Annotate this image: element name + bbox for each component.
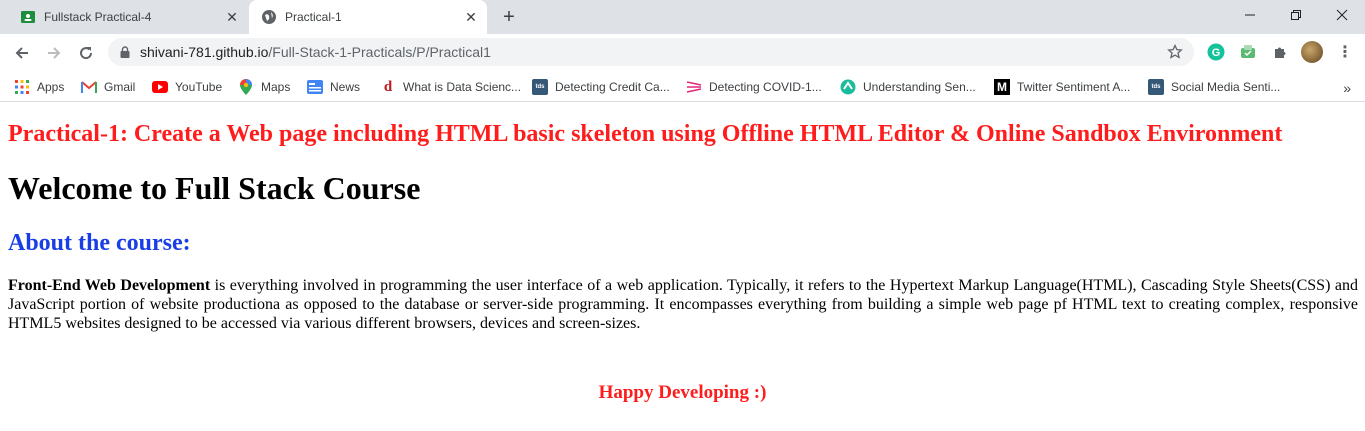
apps-grid-icon <box>14 79 30 95</box>
bookmark-label: Apps <box>37 80 65 94</box>
google-classroom-icon <box>20 9 36 25</box>
bookmark-news[interactable]: News <box>307 76 360 98</box>
page-content: Practical-1: Create a Web page including… <box>0 103 1365 431</box>
description-text: is everything involved in programming th… <box>8 277 1358 332</box>
tab-practical-1[interactable]: Practical-1 ✕ <box>249 0 487 34</box>
d-icon: d <box>383 78 393 95</box>
browser-toolbar: shivani-781.github.io/Full-Stack-1-Pract… <box>0 34 1365 71</box>
minimize-icon <box>1245 14 1255 16</box>
stripes-icon <box>686 79 702 95</box>
bookmark-label: Maps <box>261 80 291 94</box>
reload-button[interactable] <box>72 39 100 67</box>
bookmark-maps[interactable]: Maps <box>238 76 290 98</box>
extension-icon[interactable] <box>1238 42 1258 62</box>
chevron-double-right-icon[interactable]: » <box>1343 80 1351 96</box>
teal-icon <box>840 79 856 95</box>
section-heading: About the course: <box>8 230 191 256</box>
bookmark-understanding[interactable]: Understanding Sen... <box>840 76 976 98</box>
kebab-menu-icon[interactable]: ⋮ <box>1335 42 1355 62</box>
bookmark-star-icon[interactable] <box>1166 43 1184 61</box>
bookmark-label: Detecting COVID-1... <box>709 80 822 94</box>
bookmark-credit-card[interactable]: tds Detecting Credit Ca... <box>532 76 670 98</box>
svg-text:G: G <box>1212 47 1221 59</box>
footer-message: Happy Developing :) <box>598 382 767 403</box>
bookmark-label: News <box>330 80 361 94</box>
maps-pin-icon <box>238 79 254 95</box>
new-tab-button[interactable]: + <box>498 6 520 28</box>
restore-icon <box>1291 10 1301 20</box>
url-path: /Full-Stack-1-Practicals/P/Practical1 <box>268 44 491 60</box>
tds-icon: tds <box>532 79 548 95</box>
url-host: shivani-781.github.io <box>140 44 269 60</box>
close-icon[interactable]: ✕ <box>461 7 481 27</box>
forward-button[interactable] <box>40 39 68 67</box>
arrow-right-icon <box>48 47 61 59</box>
window-close-button[interactable] <box>1319 0 1365 30</box>
course-description: Front-End Web Development is everything … <box>8 276 1358 333</box>
news-icon <box>307 79 323 95</box>
tab-strip: Fullstack Practical-4 ✕ Practical-1 ✕ + <box>0 0 1365 34</box>
bookmark-label: Social Media Senti... <box>1171 80 1281 94</box>
bookmark-gmail[interactable]: Gmail <box>81 76 135 98</box>
close-icon <box>1336 9 1348 21</box>
bookmark-twitter-sentiment[interactable]: M Twitter Sentiment A... <box>994 76 1130 98</box>
bookmark-covid[interactable]: Detecting COVID-1... <box>686 76 822 98</box>
practical-title: Practical-1: Create a Web page including… <box>8 121 1283 147</box>
minimize-button[interactable] <box>1227 0 1273 30</box>
reload-icon <box>80 47 93 60</box>
tab-fullstack-practical-4[interactable]: Fullstack Practical-4 ✕ <box>8 0 248 34</box>
bookmark-youtube[interactable]: YouTube <box>152 76 222 98</box>
back-button[interactable] <box>8 39 36 67</box>
grammarly-icon[interactable]: G <box>1206 42 1226 62</box>
bookmark-data-science[interactable]: d What is Data Scienc... <box>380 76 521 98</box>
globe-icon <box>261 9 277 25</box>
bookmark-label: What is Data Scienc... <box>403 80 522 94</box>
bookmark-label: YouTube <box>175 80 223 94</box>
address-bar[interactable]: shivani-781.github.io/Full-Stack-1-Pract… <box>108 38 1194 66</box>
tab-title: Fullstack Practical-4 <box>44 10 152 24</box>
bookmarks-bar: Apps Gmail YouTube Maps News d What is D… <box>0 71 1365 102</box>
bookmark-label: Twitter Sentiment A... <box>1017 80 1131 94</box>
avatar[interactable] <box>1301 41 1323 63</box>
lock-icon <box>120 46 130 58</box>
gmail-icon <box>81 79 97 95</box>
restore-button[interactable] <box>1273 0 1319 30</box>
bookmark-social-media[interactable]: tds Social Media Senti... <box>1148 76 1280 98</box>
close-icon[interactable]: ✕ <box>222 7 242 27</box>
tab-title: Practical-1 <box>285 10 342 24</box>
puzzle-icon[interactable] <box>1270 42 1290 62</box>
medium-icon: M <box>994 79 1010 95</box>
bookmark-label: Understanding Sen... <box>863 80 976 94</box>
arrow-left-icon <box>15 47 28 59</box>
bookmark-label: Detecting Credit Ca... <box>555 80 670 94</box>
bookmark-apps[interactable]: Apps <box>14 76 64 98</box>
bookmark-label: Gmail <box>104 80 136 94</box>
tds-icon: tds <box>1148 79 1164 95</box>
page-heading: Welcome to Full Stack Course <box>8 170 421 206</box>
description-bold: Front-End Web Development <box>8 277 211 294</box>
youtube-icon <box>152 79 168 95</box>
